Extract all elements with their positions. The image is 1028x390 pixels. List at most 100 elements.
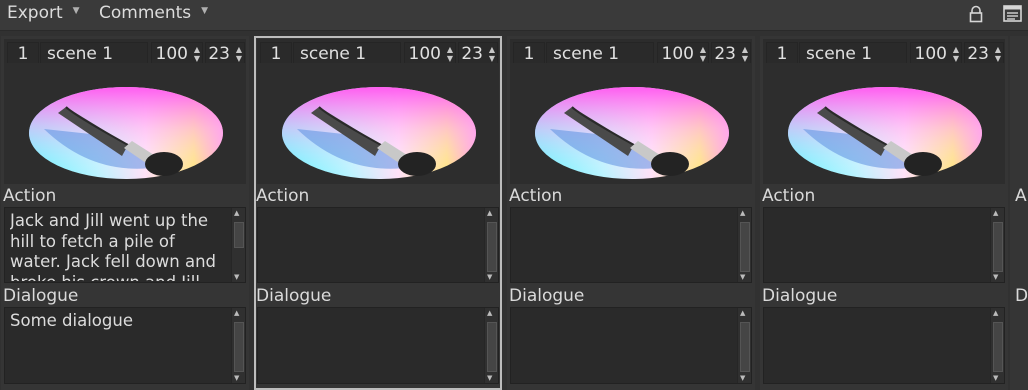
- storyboard-panel[interactable]: 1 scene 1 100 ▲ ▼ 23 ▲ ▼ Action ▲ ▼ Dialogue…: [507, 36, 755, 390]
- scroll-up-icon[interactable]: ▲: [740, 309, 745, 317]
- spin-arrows-icon[interactable]: ▲ ▼: [953, 45, 959, 63]
- action-text: [263, 211, 481, 281]
- scrollbar-handle[interactable]: [234, 222, 244, 248]
- action-scrollbar[interactable]: ▲ ▼: [737, 208, 751, 282]
- dialogue-textbox[interactable]: ▲ ▼: [510, 307, 752, 384]
- scrollbar-handle[interactable]: [487, 322, 497, 372]
- panel-header: 1 scene 1 100 ▲ ▼ 23 ▲ ▼: [763, 39, 1005, 67]
- scrollbar-handle[interactable]: [740, 322, 750, 372]
- comments-menu[interactable]: Comments ▼: [99, 3, 208, 23]
- scrollbar-handle[interactable]: [740, 222, 750, 272]
- scene-name-field[interactable]: scene 1: [40, 42, 148, 65]
- panel-thumbnail[interactable]: [257, 63, 499, 184]
- scrollbar-handle[interactable]: [993, 222, 1003, 272]
- action-label-partial: A: [1015, 186, 1027, 206]
- scroll-up-icon[interactable]: ▲: [234, 309, 239, 317]
- scene-name-field[interactable]: scene 1: [799, 42, 907, 65]
- action-text: [769, 211, 987, 281]
- duration-spinbox[interactable]: 100 ▲ ▼: [910, 42, 962, 65]
- frames-spinbox[interactable]: 23 ▲ ▼: [458, 42, 498, 65]
- action-textbox[interactable]: ▲ ▼: [257, 207, 499, 283]
- export-menu-label: Export: [7, 3, 63, 23]
- storyboard-panel-selected[interactable]: 1 scene 1 100 ▲ ▼ 23 ▲ ▼ Action ▲ ▼ Dialogue…: [254, 36, 502, 390]
- storyboard-panel[interactable]: 1 scene 1 100 ▲ ▼ 23 ▲ ▼ Action Jack and…: [1, 36, 249, 390]
- panel-header: 1 scene 1 100 ▲ ▼ 23 ▲ ▼: [510, 39, 752, 67]
- dialogue-textbox[interactable]: Some dialogue ▲ ▼: [4, 307, 246, 384]
- scroll-down-icon[interactable]: ▼: [740, 273, 745, 281]
- dialogue-text: [769, 311, 987, 381]
- dialogue-text: Some dialogue: [10, 311, 133, 330]
- panel-thumbnail[interactable]: [763, 63, 1005, 184]
- scroll-up-icon[interactable]: ▲: [487, 309, 492, 317]
- dialogue-scrollbar[interactable]: ▲ ▼: [737, 308, 751, 383]
- spin-arrows-icon[interactable]: ▲ ▼: [700, 45, 706, 63]
- duration-spinbox[interactable]: 100 ▲ ▼: [657, 42, 709, 65]
- scrollbar-handle[interactable]: [487, 222, 497, 272]
- dialogue-text: [263, 311, 481, 381]
- frames-spinbox[interactable]: 23 ▲ ▼: [711, 42, 751, 65]
- frames-spinbox[interactable]: 23 ▲ ▼: [964, 42, 1004, 65]
- scroll-down-icon[interactable]: ▼: [993, 374, 998, 382]
- action-scrollbar[interactable]: ▲ ▼: [484, 208, 498, 282]
- dialogue-label: Dialogue: [3, 286, 79, 306]
- action-label: Action: [509, 186, 563, 206]
- dialogue-label: Dialogue: [509, 286, 585, 306]
- scroll-down-icon[interactable]: ▼: [487, 374, 492, 382]
- comments-menu-label: Comments: [99, 3, 192, 23]
- action-textbox[interactable]: ▲ ▼: [510, 207, 752, 283]
- panel-thumbnail[interactable]: [510, 63, 752, 184]
- dialogue-scrollbar[interactable]: ▲ ▼: [990, 308, 1004, 383]
- spin-arrows-icon[interactable]: ▲ ▼: [995, 45, 1001, 63]
- scrollbar-handle[interactable]: [993, 322, 1003, 372]
- action-scrollbar[interactable]: ▲ ▼: [231, 208, 245, 282]
- top-menubar: Export ▼ Comments ▼: [0, 0, 1028, 31]
- panel-header: 1 scene 1 100 ▲ ▼ 23 ▲ ▼: [4, 39, 246, 67]
- lock-icon[interactable]: [967, 5, 985, 23]
- scroll-up-icon[interactable]: ▲: [740, 209, 745, 217]
- scroll-up-icon[interactable]: ▲: [993, 309, 998, 317]
- spin-arrows-icon[interactable]: ▲ ▼: [742, 45, 748, 63]
- scene-name-field[interactable]: scene 1: [546, 42, 654, 65]
- action-textbox[interactable]: Jack and Jill went up the hill to fetch …: [4, 207, 246, 283]
- action-text: [516, 211, 734, 281]
- spin-arrows-icon[interactable]: ▲ ▼: [194, 45, 200, 63]
- action-label: Action: [256, 186, 310, 206]
- action-text: Jack and Jill went up the hill to fetch …: [10, 211, 217, 281]
- scroll-up-icon[interactable]: ▲: [487, 209, 492, 217]
- panel-thumbnail[interactable]: [4, 63, 246, 184]
- spin-arrows-icon[interactable]: ▲ ▼: [236, 45, 242, 63]
- action-label: Action: [3, 186, 57, 206]
- scroll-down-icon[interactable]: ▼: [234, 273, 239, 281]
- action-textbox[interactable]: ▲ ▼: [763, 207, 1005, 283]
- spin-arrows-icon[interactable]: ▲ ▼: [489, 45, 495, 63]
- dialogue-scrollbar[interactable]: ▲ ▼: [231, 308, 245, 383]
- scroll-up-icon[interactable]: ▲: [993, 209, 998, 217]
- scene-name-field[interactable]: scene 1: [293, 42, 401, 65]
- dialogue-text: [516, 311, 734, 381]
- dialogue-textbox[interactable]: ▲ ▼: [763, 307, 1005, 384]
- frames-spinbox[interactable]: 23 ▲ ▼: [205, 42, 245, 65]
- duration-spinbox[interactable]: 100 ▲ ▼: [404, 42, 456, 65]
- duration-spinbox[interactable]: 100 ▲ ▼: [151, 42, 203, 65]
- dialogue-scrollbar[interactable]: ▲ ▼: [484, 308, 498, 383]
- storyboard-panel[interactable]: 1 scene 1 100 ▲ ▼ 23 ▲ ▼ Action ▲ ▼ Dialogue…: [760, 36, 1008, 390]
- scrollbar-handle[interactable]: [234, 322, 244, 372]
- chevron-down-icon: ▼: [72, 6, 80, 16]
- scroll-down-icon[interactable]: ▼: [993, 273, 998, 281]
- action-scrollbar[interactable]: ▲ ▼: [990, 208, 1004, 282]
- export-menu[interactable]: Export ▼: [7, 3, 80, 23]
- panel-header: 1 scene 1 100 ▲ ▼ 23 ▲ ▼: [257, 39, 499, 67]
- dialogue-label: Dialogue: [762, 286, 838, 306]
- scroll-down-icon[interactable]: ▼: [740, 374, 745, 382]
- chevron-down-icon: ▼: [201, 6, 209, 16]
- storyboard-panel-partial[interactable]: A D: [1010, 36, 1028, 390]
- dialogue-label-partial: D: [1015, 286, 1028, 306]
- view-mode-icon[interactable]: [1003, 5, 1023, 23]
- dialogue-label: Dialogue: [256, 286, 332, 306]
- action-label: Action: [762, 186, 816, 206]
- scroll-down-icon[interactable]: ▼: [487, 273, 492, 281]
- dialogue-textbox[interactable]: ▲ ▼: [257, 307, 499, 384]
- scroll-down-icon[interactable]: ▼: [234, 374, 239, 382]
- scroll-up-icon[interactable]: ▲: [234, 209, 239, 217]
- spin-arrows-icon[interactable]: ▲ ▼: [447, 45, 453, 63]
